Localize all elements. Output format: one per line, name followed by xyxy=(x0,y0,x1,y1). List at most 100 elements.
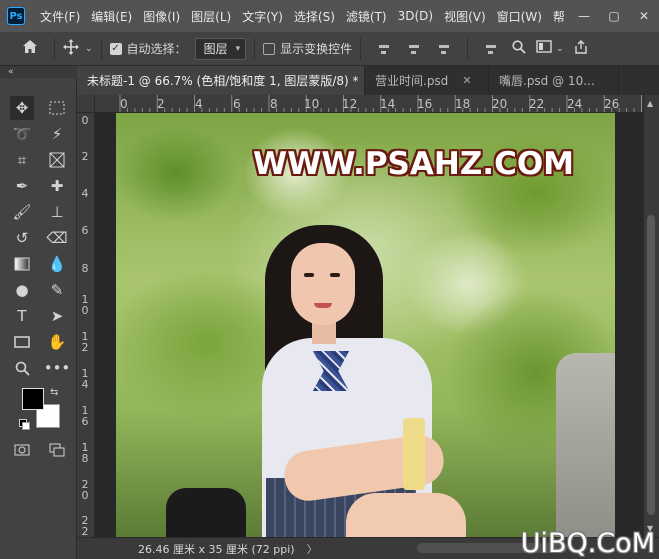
menu-image[interactable]: 图像(I) xyxy=(138,8,186,25)
share-icon[interactable] xyxy=(574,39,588,58)
align-right-icon[interactable] xyxy=(437,42,451,56)
photoshop-logo[interactable]: Ps xyxy=(7,7,25,25)
ruler-label: 4 xyxy=(81,187,89,200)
menu-3d[interactable]: 3D(D) xyxy=(393,9,439,23)
search-icon[interactable] xyxy=(512,39,526,58)
tab-label: 嘴唇.psd @ 10... xyxy=(499,74,595,88)
close-button[interactable]: ✕ xyxy=(629,9,659,23)
ruler-label: 2 0 xyxy=(81,478,89,502)
tab-lips[interactable]: 嘴唇.psd @ 10... xyxy=(489,66,619,95)
ruler-label: 20 xyxy=(492,97,508,111)
dodge-tool-icon[interactable]: ● xyxy=(10,278,34,302)
document-tabs: 未标题-1 @ 66.7% (色相/饱和度 1, 图层蒙版/8) * 营业时间.… xyxy=(77,66,659,95)
menu-layer[interactable]: 图层(L) xyxy=(186,8,237,25)
chevron-down-icon[interactable]: ⌄ xyxy=(85,44,93,54)
move-tool-icon[interactable]: ✥ xyxy=(10,96,34,120)
menu-select[interactable]: 选择(S) xyxy=(289,8,341,25)
move-icon[interactable] xyxy=(63,38,79,59)
ruler-label: 4 xyxy=(195,97,203,111)
chevron-down-icon[interactable]: ⌄ xyxy=(556,44,564,54)
clone-stamp-tool-icon[interactable]: ⊥ xyxy=(45,200,69,224)
document-image[interactable]: WWW.PSAHZ.COM xyxy=(116,113,615,537)
menu-window[interactable]: 窗口(W) xyxy=(492,8,548,25)
align-left-icon[interactable] xyxy=(377,42,391,56)
ruler-label: 2 xyxy=(157,97,165,111)
ruler-origin[interactable] xyxy=(77,95,95,113)
ruler-label: 6 xyxy=(233,97,241,111)
chevron-right-icon[interactable]: 〉 xyxy=(307,541,318,557)
quick-mask-icon[interactable] xyxy=(10,438,34,462)
eraser-tool-icon[interactable]: ⌫ xyxy=(45,226,69,250)
default-colors-icon[interactable] xyxy=(19,419,30,430)
hand-tool-icon[interactable]: ✋ xyxy=(45,330,69,354)
tools-panel: ✥ ➰ ⚡ ⌗ ✒ ✚ 🖌 ⊥ ↺ ⌫ 💧 ● ✎ T ➤ ✋ ••• ⇆ xyxy=(0,78,77,559)
ruler-label: 6 xyxy=(81,224,89,237)
horizontal-ruler[interactable]: 0 2 4 6 8 10 12 14 16 18 20 22 24 26 xyxy=(95,95,643,113)
lasso-tool-icon[interactable]: ➰ xyxy=(10,122,34,146)
eyedropper-tool-icon[interactable]: ✒ xyxy=(10,174,34,198)
healing-brush-tool-icon[interactable]: ✚ xyxy=(45,174,69,198)
menu-help[interactable]: 帮 xyxy=(548,8,571,25)
show-transform-label: 显示变换控件 xyxy=(280,42,353,56)
type-tool-icon[interactable]: T xyxy=(10,304,34,328)
menu-filter[interactable]: 滤镜(T) xyxy=(341,8,393,25)
path-selection-tool-icon[interactable]: ➤ xyxy=(45,304,69,328)
ruler-label: 2 2 xyxy=(81,514,89,537)
vertical-ruler[interactable]: 0 2 4 6 8 1 0 1 2 1 4 1 6 1 8 2 0 2 2 xyxy=(77,113,95,537)
more-tools-icon[interactable]: ••• xyxy=(44,356,71,380)
vertical-scrollbar[interactable]: ▲ ▼ xyxy=(643,95,659,537)
gradient-tool-icon[interactable] xyxy=(10,252,34,276)
site-watermark: UiBQ.CoM xyxy=(520,528,655,559)
auto-select-target-dropdown[interactable]: 图层 ▾ xyxy=(194,37,247,60)
zoom-tool-icon[interactable] xyxy=(10,356,34,380)
scrollbar-thumb[interactable] xyxy=(647,215,655,515)
marquee-tool-icon[interactable] xyxy=(45,96,69,120)
align-center-icon[interactable] xyxy=(407,42,421,56)
right-eye xyxy=(330,273,340,277)
ruler-label: 1 2 xyxy=(81,330,89,354)
screen-mode-icon[interactable] xyxy=(45,438,69,462)
swap-colors-icon[interactable]: ⇆ xyxy=(50,387,58,398)
scroll-up-icon[interactable]: ▲ xyxy=(647,99,653,108)
tab-business-hours[interactable]: 营业时间.psd ✕ xyxy=(365,66,489,95)
ruler-label: 1 6 xyxy=(81,404,89,428)
left-eye xyxy=(304,273,314,277)
home-icon[interactable] xyxy=(22,39,38,58)
foreground-color-swatch[interactable] xyxy=(22,388,44,410)
close-icon[interactable]: ✕ xyxy=(462,74,471,87)
menu-type[interactable]: 文字(Y) xyxy=(237,8,289,25)
ruler-label: 10 xyxy=(304,97,320,111)
frame-tool-icon[interactable] xyxy=(45,148,69,172)
workspace-icon[interactable] xyxy=(536,40,552,57)
legs xyxy=(346,493,466,537)
ruler-label: 24 xyxy=(567,97,583,111)
brush-tool-icon[interactable]: 🖌 xyxy=(10,200,34,224)
align-top-icon[interactable] xyxy=(484,42,498,56)
minimize-button[interactable]: — xyxy=(569,9,599,23)
auto-select-checkbox[interactable]: ✓ xyxy=(109,42,122,55)
document-info[interactable]: 26.46 厘米 x 35 厘米 (72 ppi) xyxy=(138,541,295,557)
crop-tool-icon[interactable]: ⌗ xyxy=(10,148,34,172)
tab-untitled-1[interactable]: 未标题-1 @ 66.7% (色相/饱和度 1, 图层蒙版/8) * xyxy=(77,66,365,95)
history-brush-tool-icon[interactable]: ↺ xyxy=(10,226,34,250)
tab-label: 未标题-1 @ 66.7% (色相/饱和度 1, 图层蒙版/8) * xyxy=(87,74,359,88)
options-divider xyxy=(100,37,102,60)
menu-view[interactable]: 视图(V) xyxy=(439,8,492,25)
ruler-label: 8 xyxy=(81,262,89,275)
maximize-button[interactable]: ▢ xyxy=(599,9,629,23)
ruler-label: 1 8 xyxy=(81,441,89,465)
menu-file[interactable]: 文件(F) xyxy=(35,8,86,25)
pen-tool-icon[interactable]: ✎ xyxy=(45,278,69,302)
bag xyxy=(166,488,246,537)
toolbar-collapse-icon[interactable]: « xyxy=(0,66,77,78)
canvas-area[interactable]: WWW.PSAHZ.COM xyxy=(95,113,643,537)
options-divider xyxy=(254,37,256,60)
show-transform-checkbox[interactable] xyxy=(263,42,276,55)
rectangle-tool-icon[interactable] xyxy=(10,330,34,354)
canvas-overlay-text: WWW.PSAHZ.COM xyxy=(253,146,575,182)
menu-edit[interactable]: 编辑(E) xyxy=(86,8,138,25)
ruler-label: 22 xyxy=(529,97,545,111)
blur-tool-icon[interactable]: 💧 xyxy=(45,252,69,276)
options-divider xyxy=(467,37,469,60)
magic-wand-tool-icon[interactable]: ⚡ xyxy=(45,122,69,146)
